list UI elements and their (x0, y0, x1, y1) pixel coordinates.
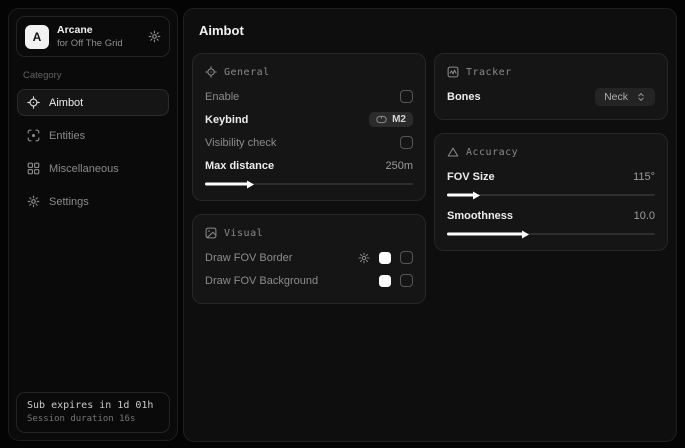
mouse-icon (376, 115, 387, 124)
right-column: Tracker Bones Neck (434, 53, 668, 251)
app-logo: A (25, 25, 49, 49)
draw-fov-border-row: Draw FOV Border (205, 246, 413, 269)
draw-fov-border-checkbox[interactable] (400, 251, 413, 264)
fov-size-slider[interactable] (447, 190, 655, 200)
keybind-label: Keybind (205, 114, 248, 126)
visibility-check-label: Visibility check (205, 137, 276, 149)
app-name: Arcane (57, 24, 140, 36)
accuracy-card: Accuracy FOV Size 115° Smoothness (434, 133, 668, 251)
card-title: General (224, 67, 270, 78)
sidebar-item-label: Aimbot (49, 97, 83, 109)
general-card-header: General (205, 66, 413, 78)
keybind-button[interactable]: M2 (369, 112, 413, 127)
draw-fov-background-label: Draw FOV Background (205, 275, 318, 287)
sidebar-item-label: Entities (49, 130, 85, 142)
bones-selected-value: Neck (604, 91, 628, 103)
enable-label: Enable (205, 91, 239, 103)
content-columns: General Enable Keybind M2 (192, 53, 668, 304)
tracker-card-header: Tracker (447, 66, 655, 78)
slider-fill (447, 194, 475, 197)
smoothness-value: 10.0 (634, 210, 655, 222)
page-title: Aimbot (199, 23, 668, 38)
max-distance-label: Max distance (205, 160, 274, 172)
sidebar-item-entities[interactable]: Entities (17, 122, 169, 149)
scan-eye-icon (27, 129, 40, 142)
gear-icon[interactable] (358, 252, 370, 264)
visibility-check-row: Visibility check (205, 131, 413, 154)
fov-size-row: FOV Size 115° (447, 165, 655, 188)
gear-icon (27, 195, 40, 208)
enable-row: Enable (205, 85, 413, 108)
keybind-row: Keybind M2 (205, 108, 413, 131)
left-column: General Enable Keybind M2 (192, 53, 426, 304)
gear-icon[interactable] (148, 30, 161, 43)
keybind-value: M2 (392, 114, 406, 125)
app-title-block: Arcane for Off The Grid (57, 24, 140, 49)
sidebar: A Arcane for Off The Grid Category Aimbo… (8, 8, 178, 441)
slider-thumb[interactable] (522, 230, 529, 238)
fov-size-value: 115° (633, 171, 655, 183)
visual-card: Visual Draw FOV Border Draw (192, 214, 426, 304)
app-subtitle: for Off The Grid (57, 38, 140, 49)
enable-checkbox[interactable] (400, 90, 413, 103)
card-title: Accuracy (466, 147, 518, 158)
slider-thumb[interactable] (473, 191, 480, 199)
sidebar-item-aimbot[interactable]: Aimbot (17, 89, 169, 116)
draw-fov-background-row: Draw FOV Background (205, 269, 413, 292)
sidebar-item-miscellaneous[interactable]: Miscellaneous (17, 155, 169, 182)
card-title: Visual (224, 228, 263, 239)
app-logo-card: A Arcane for Off The Grid (16, 16, 170, 57)
draw-fov-background-checkbox[interactable] (400, 274, 413, 287)
bones-label: Bones (447, 91, 481, 103)
max-distance-slider[interactable] (205, 179, 413, 189)
sidebar-item-settings[interactable]: Settings (17, 188, 169, 215)
tracker-card: Tracker Bones Neck (434, 53, 668, 120)
max-distance-row: Max distance 250m (205, 154, 413, 177)
sidebar-nav: Aimbot Entities Miscellaneous Settings (9, 89, 177, 215)
unfold-icon (636, 92, 646, 102)
activity-box-icon (447, 66, 459, 78)
draw-fov-background-controls (379, 274, 413, 287)
category-label: Category (23, 70, 163, 81)
image-icon (205, 227, 217, 239)
slider-fill (447, 233, 524, 236)
subscription-info-card: Sub expires in 1d 01h Session duration 1… (16, 392, 170, 433)
draw-fov-border-controls (358, 251, 413, 264)
smoothness-label: Smoothness (447, 210, 513, 222)
general-card: General Enable Keybind M2 (192, 53, 426, 201)
sub-expires-text: Sub expires in 1d 01h (27, 400, 159, 411)
smoothness-slider[interactable] (447, 229, 655, 239)
accuracy-card-header: Accuracy (447, 146, 655, 158)
crosshair-icon (27, 96, 40, 109)
sidebar-item-label: Settings (49, 196, 89, 208)
sidebar-item-label: Miscellaneous (49, 163, 119, 175)
fov-background-color-swatch[interactable] (379, 275, 391, 287)
slider-thumb[interactable] (247, 180, 254, 188)
fov-border-color-swatch[interactable] (379, 252, 391, 264)
bones-select[interactable]: Neck (595, 88, 655, 106)
fov-size-label: FOV Size (447, 171, 495, 183)
smoothness-row: Smoothness 10.0 (447, 204, 655, 227)
visibility-check-checkbox[interactable] (400, 136, 413, 149)
crosshair-icon (205, 66, 217, 78)
triangle-icon (447, 146, 459, 158)
slider-fill (205, 183, 249, 186)
visual-card-header: Visual (205, 227, 413, 239)
session-duration-text: Session duration 16s (27, 414, 159, 424)
app-window: A Arcane for Off The Grid Category Aimbo… (0, 0, 685, 448)
grid-icon (27, 162, 40, 175)
draw-fov-border-label: Draw FOV Border (205, 252, 292, 264)
main-panel: Aimbot General Enable (183, 8, 677, 442)
card-title: Tracker (466, 67, 512, 78)
max-distance-value: 250m (385, 160, 413, 172)
bones-row: Bones Neck (447, 85, 655, 108)
